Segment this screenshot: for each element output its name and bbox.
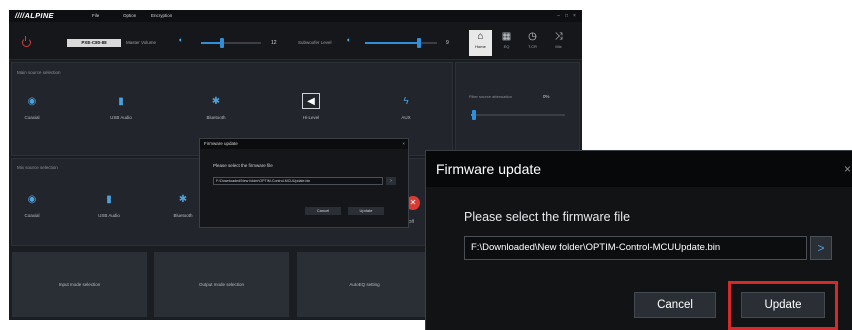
filter-attenuation-slider[interactable] [471,110,565,120]
mix-source-usb-audio[interactable]: ▮ USB Audio [89,193,129,218]
firmware-path-input[interactable]: F:\Downloaded\New folder\OPTIM-Control-M… [213,177,383,185]
bluetooth-icon: ✱ [211,96,221,107]
nav-tcr-label: T.CR [528,44,537,49]
subwoofer-level-label: Subwoofer Level [298,40,332,45]
nav-home-label: Home [475,44,486,49]
browse-button[interactable]: > [810,236,832,260]
subwoofer-fill [365,42,419,44]
menu-file[interactable]: File [92,10,99,22]
main-source-aux[interactable]: ϟ AUX [386,95,426,120]
main-source-usb-audio[interactable]: ▮ USB Audio [101,95,141,120]
input-mode-button[interactable]: Input mode selection [12,252,147,317]
nav-home[interactable]: ⌂ Home [469,30,492,56]
filter-attenuation-knob[interactable] [471,110,476,120]
title-bar: ////ALPINE File Option Encryption – □ × [9,10,582,22]
mix-source-bluetooth[interactable]: ✱ Bluetooth [163,193,203,218]
mix-source-title: Mix source selection [17,165,58,170]
model-badge: PXE-C80-88 [67,39,121,47]
main-source-bluetooth[interactable]: ✱ Bluetooth [196,95,236,120]
master-volume-slider[interactable] [201,38,261,48]
alpine-logo: ////ALPINE [15,11,54,20]
home-icon: ⌂ [477,31,484,42]
main-source-label: Coaxial [24,115,40,120]
mix-source-label: Bluetooth [173,213,193,218]
usb-icon: ▮ [106,194,112,205]
eq-icon: ▦ [501,31,512,42]
main-source-hi-level[interactable]: ◀ Hi-Level [291,93,331,120]
cancel-button[interactable]: Cancel [305,207,341,215]
hi-level-icon: ◀ [302,93,320,109]
main-source-coaxial[interactable]: ◉ Coaxial [12,95,52,120]
close-window-button[interactable]: × [571,10,578,22]
screenshot-stage: ////ALPINE File Option Encryption – □ × … [0,0,852,330]
usb-icon: ▮ [118,96,124,107]
coaxial-icon: ◉ [27,194,37,205]
control-bar: PXE-C80-88 Master Volume 🔈︎ 12 Subwoofer… [9,22,582,60]
subwoofer-knob[interactable] [417,38,421,48]
mix-source-coaxial[interactable]: ◉ Coaxial [12,193,52,218]
cancel-button[interactable]: Cancel [634,292,716,318]
bluetooth-icon: ✱ [178,194,188,205]
dialog-title: Firmware update [426,151,852,187]
subwoofer-value: 9 [446,40,449,46]
dialog-close-icon[interactable]: × [402,139,405,149]
output-mode-button[interactable]: Output mode selection [154,252,289,317]
filter-attenuation-label: Filter source attenuation [469,94,512,99]
subwoofer-speaker-icon[interactable]: 🔈︎ [347,37,351,45]
menu-option[interactable]: Option [123,10,136,22]
nav-mix[interactable]: ⤨ Mix [547,30,570,56]
update-highlight-box [728,281,838,330]
aux-icon: ϟ [403,96,409,107]
coaxial-icon: ◉ [27,96,37,107]
nav-eq-label: EQ [503,44,510,49]
master-volume-value: 12 [271,40,277,46]
dialog-title: Firmware update [200,139,408,149]
master-volume-fill [201,42,222,44]
browse-button[interactable]: > [386,177,396,185]
menu-encryption[interactable]: Encryption [151,10,172,22]
nav-eq[interactable]: ▦ EQ [495,30,518,56]
main-source-label: Hi-Level [302,115,320,120]
mix-source-label: USB Audio [98,213,120,218]
filter-attenuation-value: 0% [543,94,550,99]
speaker-icon[interactable]: 🔈︎ [179,37,183,45]
firmware-path-input[interactable]: F:\Downloaded\New folder\OPTIM-Control-M… [464,236,807,260]
firmware-dialog-small: Firmware update × Please select the firm… [199,138,409,228]
power-icon[interactable] [22,36,31,47]
minimize-button[interactable]: – [555,10,562,22]
maximize-button[interactable]: □ [563,10,570,22]
main-source-title: Main source selection [17,70,61,75]
filter-panel [455,62,580,156]
nav-mix-label: Mix [555,44,562,49]
subwoofer-slider[interactable] [365,38,437,48]
mix-source-label: Coaxial [24,213,40,218]
main-source-label: USB Audio [110,115,132,120]
main-source-label: Bluetooth [206,115,226,120]
shuffle-icon: ⤨ [554,31,563,42]
clock-icon: ◷ [528,31,537,42]
master-volume-label: Master Volume [126,40,157,45]
dialog-prompt: Please select the firmware file [464,210,631,224]
dialog-close-icon[interactable]: × [844,151,851,187]
dialog-prompt: Please select the firmware file [213,163,273,168]
autoeq-button[interactable]: AutoEQ setting [297,252,432,317]
nav-tcr[interactable]: ◷ T.CR [521,30,544,56]
main-source-label: AUX [401,115,411,120]
master-volume-knob[interactable] [220,38,224,48]
update-button[interactable]: Update [348,207,384,215]
